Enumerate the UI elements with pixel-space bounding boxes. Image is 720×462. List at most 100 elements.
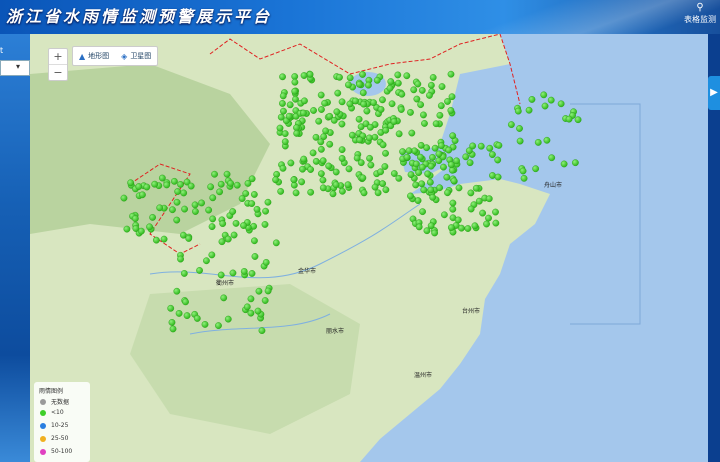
station-marker[interactable]: [359, 89, 367, 97]
station-marker[interactable]: [315, 117, 323, 125]
station-marker[interactable]: [359, 174, 367, 182]
station-marker[interactable]: [483, 220, 490, 228]
station-marker[interactable]: [403, 72, 411, 80]
station-marker[interactable]: [427, 186, 435, 194]
station-marker[interactable]: [429, 153, 436, 161]
station-marker[interactable]: [429, 74, 437, 81]
station-marker[interactable]: [301, 97, 308, 105]
station-marker[interactable]: [448, 166, 456, 174]
station-marker[interactable]: [224, 235, 232, 243]
station-marker[interactable]: [215, 322, 222, 330]
station-marker[interactable]: [255, 287, 263, 295]
station-marker[interactable]: [417, 153, 424, 161]
station-marker[interactable]: [382, 126, 390, 134]
station-marker[interactable]: [494, 156, 502, 164]
station-marker[interactable]: [565, 115, 573, 123]
station-marker[interactable]: [174, 188, 182, 195]
station-marker[interactable]: [390, 170, 398, 177]
map-canvas[interactable]: [30, 34, 708, 462]
station-marker[interactable]: [437, 142, 445, 150]
station-marker[interactable]: [458, 224, 465, 232]
station-marker[interactable]: [437, 102, 445, 110]
station-marker[interactable]: [169, 325, 177, 333]
station-marker[interactable]: [123, 225, 131, 233]
station-marker[interactable]: [285, 112, 293, 120]
station-marker[interactable]: [453, 157, 460, 165]
station-marker[interactable]: [309, 149, 317, 157]
station-marker[interactable]: [198, 199, 205, 207]
station-marker[interactable]: [192, 208, 199, 215]
station-marker[interactable]: [414, 80, 422, 88]
station-marker[interactable]: [427, 81, 435, 89]
station-marker[interactable]: [248, 175, 256, 183]
station-marker[interactable]: [160, 235, 168, 243]
station-marker[interactable]: [332, 168, 340, 176]
station-marker[interactable]: [277, 188, 285, 195]
station-marker[interactable]: [366, 154, 373, 162]
station-marker[interactable]: [438, 83, 446, 90]
station-marker[interactable]: [251, 237, 258, 245]
station-marker[interactable]: [436, 184, 444, 192]
station-marker[interactable]: [472, 184, 480, 192]
station-marker[interactable]: [264, 287, 272, 295]
station-marker[interactable]: [185, 235, 193, 242]
station-marker[interactable]: [418, 163, 426, 171]
station-marker[interactable]: [543, 136, 551, 144]
station-marker[interactable]: [407, 108, 414, 116]
station-marker[interactable]: [272, 239, 280, 247]
station-marker[interactable]: [353, 154, 361, 162]
station-marker[interactable]: [319, 184, 327, 192]
station-marker[interactable]: [229, 269, 237, 277]
station-marker[interactable]: [338, 98, 346, 106]
station-marker[interactable]: [494, 173, 502, 181]
station-marker[interactable]: [292, 189, 300, 197]
station-marker[interactable]: [346, 74, 354, 82]
station-marker[interactable]: [319, 157, 327, 165]
station-marker[interactable]: [443, 173, 451, 181]
station-marker[interactable]: [219, 220, 227, 228]
station-marker[interactable]: [131, 215, 139, 222]
station-marker[interactable]: [292, 95, 299, 103]
station-marker[interactable]: [475, 197, 483, 205]
station-marker[interactable]: [464, 225, 472, 232]
station-marker[interactable]: [318, 106, 325, 113]
station-marker[interactable]: [299, 165, 306, 173]
station-marker[interactable]: [367, 123, 374, 131]
station-marker[interactable]: [450, 177, 458, 185]
station-marker[interactable]: [307, 188, 315, 196]
station-marker[interactable]: [429, 193, 437, 201]
station-marker[interactable]: [120, 194, 128, 202]
station-marker[interactable]: [319, 176, 327, 184]
station-marker[interactable]: [253, 205, 261, 213]
station-marker[interactable]: [373, 76, 381, 84]
station-marker[interactable]: [207, 183, 215, 191]
station-marker[interactable]: [173, 198, 181, 206]
station-marker[interactable]: [395, 130, 403, 138]
station-marker[interactable]: [417, 101, 425, 109]
map-view[interactable]: 金华市 丽水市 台州市 温州市 舟山市 衢州市: [30, 34, 708, 462]
station-marker[interactable]: [410, 86, 418, 94]
station-marker[interactable]: [291, 78, 299, 86]
station-marker[interactable]: [363, 107, 371, 115]
station-marker[interactable]: [334, 89, 342, 97]
station-marker[interactable]: [412, 181, 420, 189]
station-marker[interactable]: [209, 215, 217, 223]
station-marker[interactable]: [418, 86, 426, 94]
station-marker[interactable]: [377, 106, 385, 113]
station-marker[interactable]: [344, 181, 352, 189]
station-marker[interactable]: [326, 140, 334, 148]
region-select[interactable]: [0, 60, 30, 76]
station-marker[interactable]: [397, 106, 405, 113]
station-marker[interactable]: [367, 161, 375, 169]
station-marker[interactable]: [261, 297, 269, 304]
station-marker[interactable]: [426, 92, 433, 99]
station-marker[interactable]: [574, 116, 582, 124]
station-marker[interactable]: [485, 214, 492, 222]
station-marker[interactable]: [467, 189, 475, 197]
station-marker[interactable]: [444, 189, 451, 197]
station-marker[interactable]: [485, 195, 493, 203]
station-marker[interactable]: [421, 120, 428, 127]
station-marker[interactable]: [365, 81, 372, 89]
station-marker[interactable]: [293, 129, 301, 137]
station-marker[interactable]: [405, 147, 413, 155]
